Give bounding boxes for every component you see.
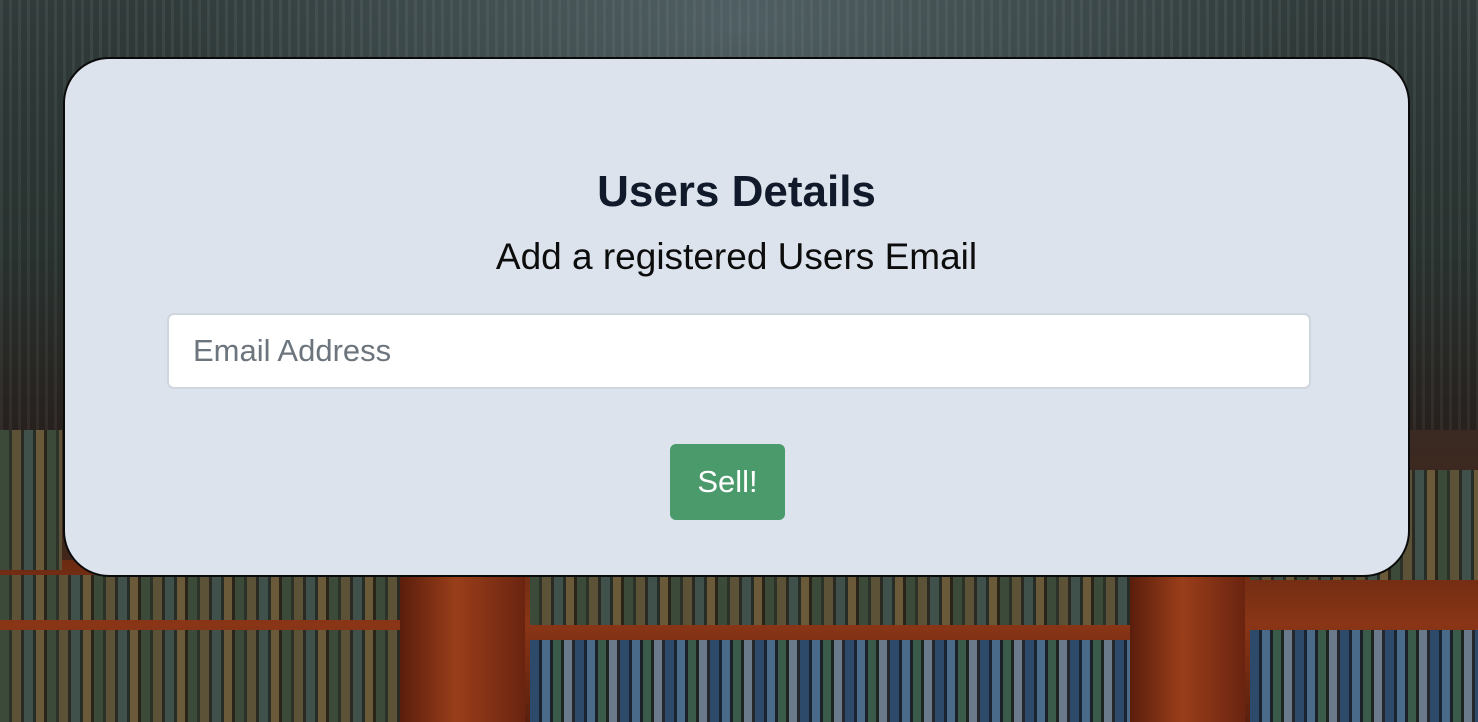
user-details-card: Users Details Add a registered Users Ema…: [63, 57, 1410, 577]
page-title: Users Details: [597, 167, 876, 216]
books-row: [1250, 630, 1478, 722]
books-row: [0, 430, 62, 570]
books-row: [530, 575, 1130, 625]
sell-button[interactable]: Sell!: [670, 444, 785, 520]
books-row: [530, 640, 1130, 722]
email-field[interactable]: [167, 313, 1311, 389]
shelf-pillar: [400, 560, 525, 722]
shelf-pillar: [1130, 560, 1245, 722]
page-subtitle: Add a registered Users Email: [495, 236, 978, 277]
books-row: [0, 575, 400, 620]
books-row: [0, 630, 400, 722]
